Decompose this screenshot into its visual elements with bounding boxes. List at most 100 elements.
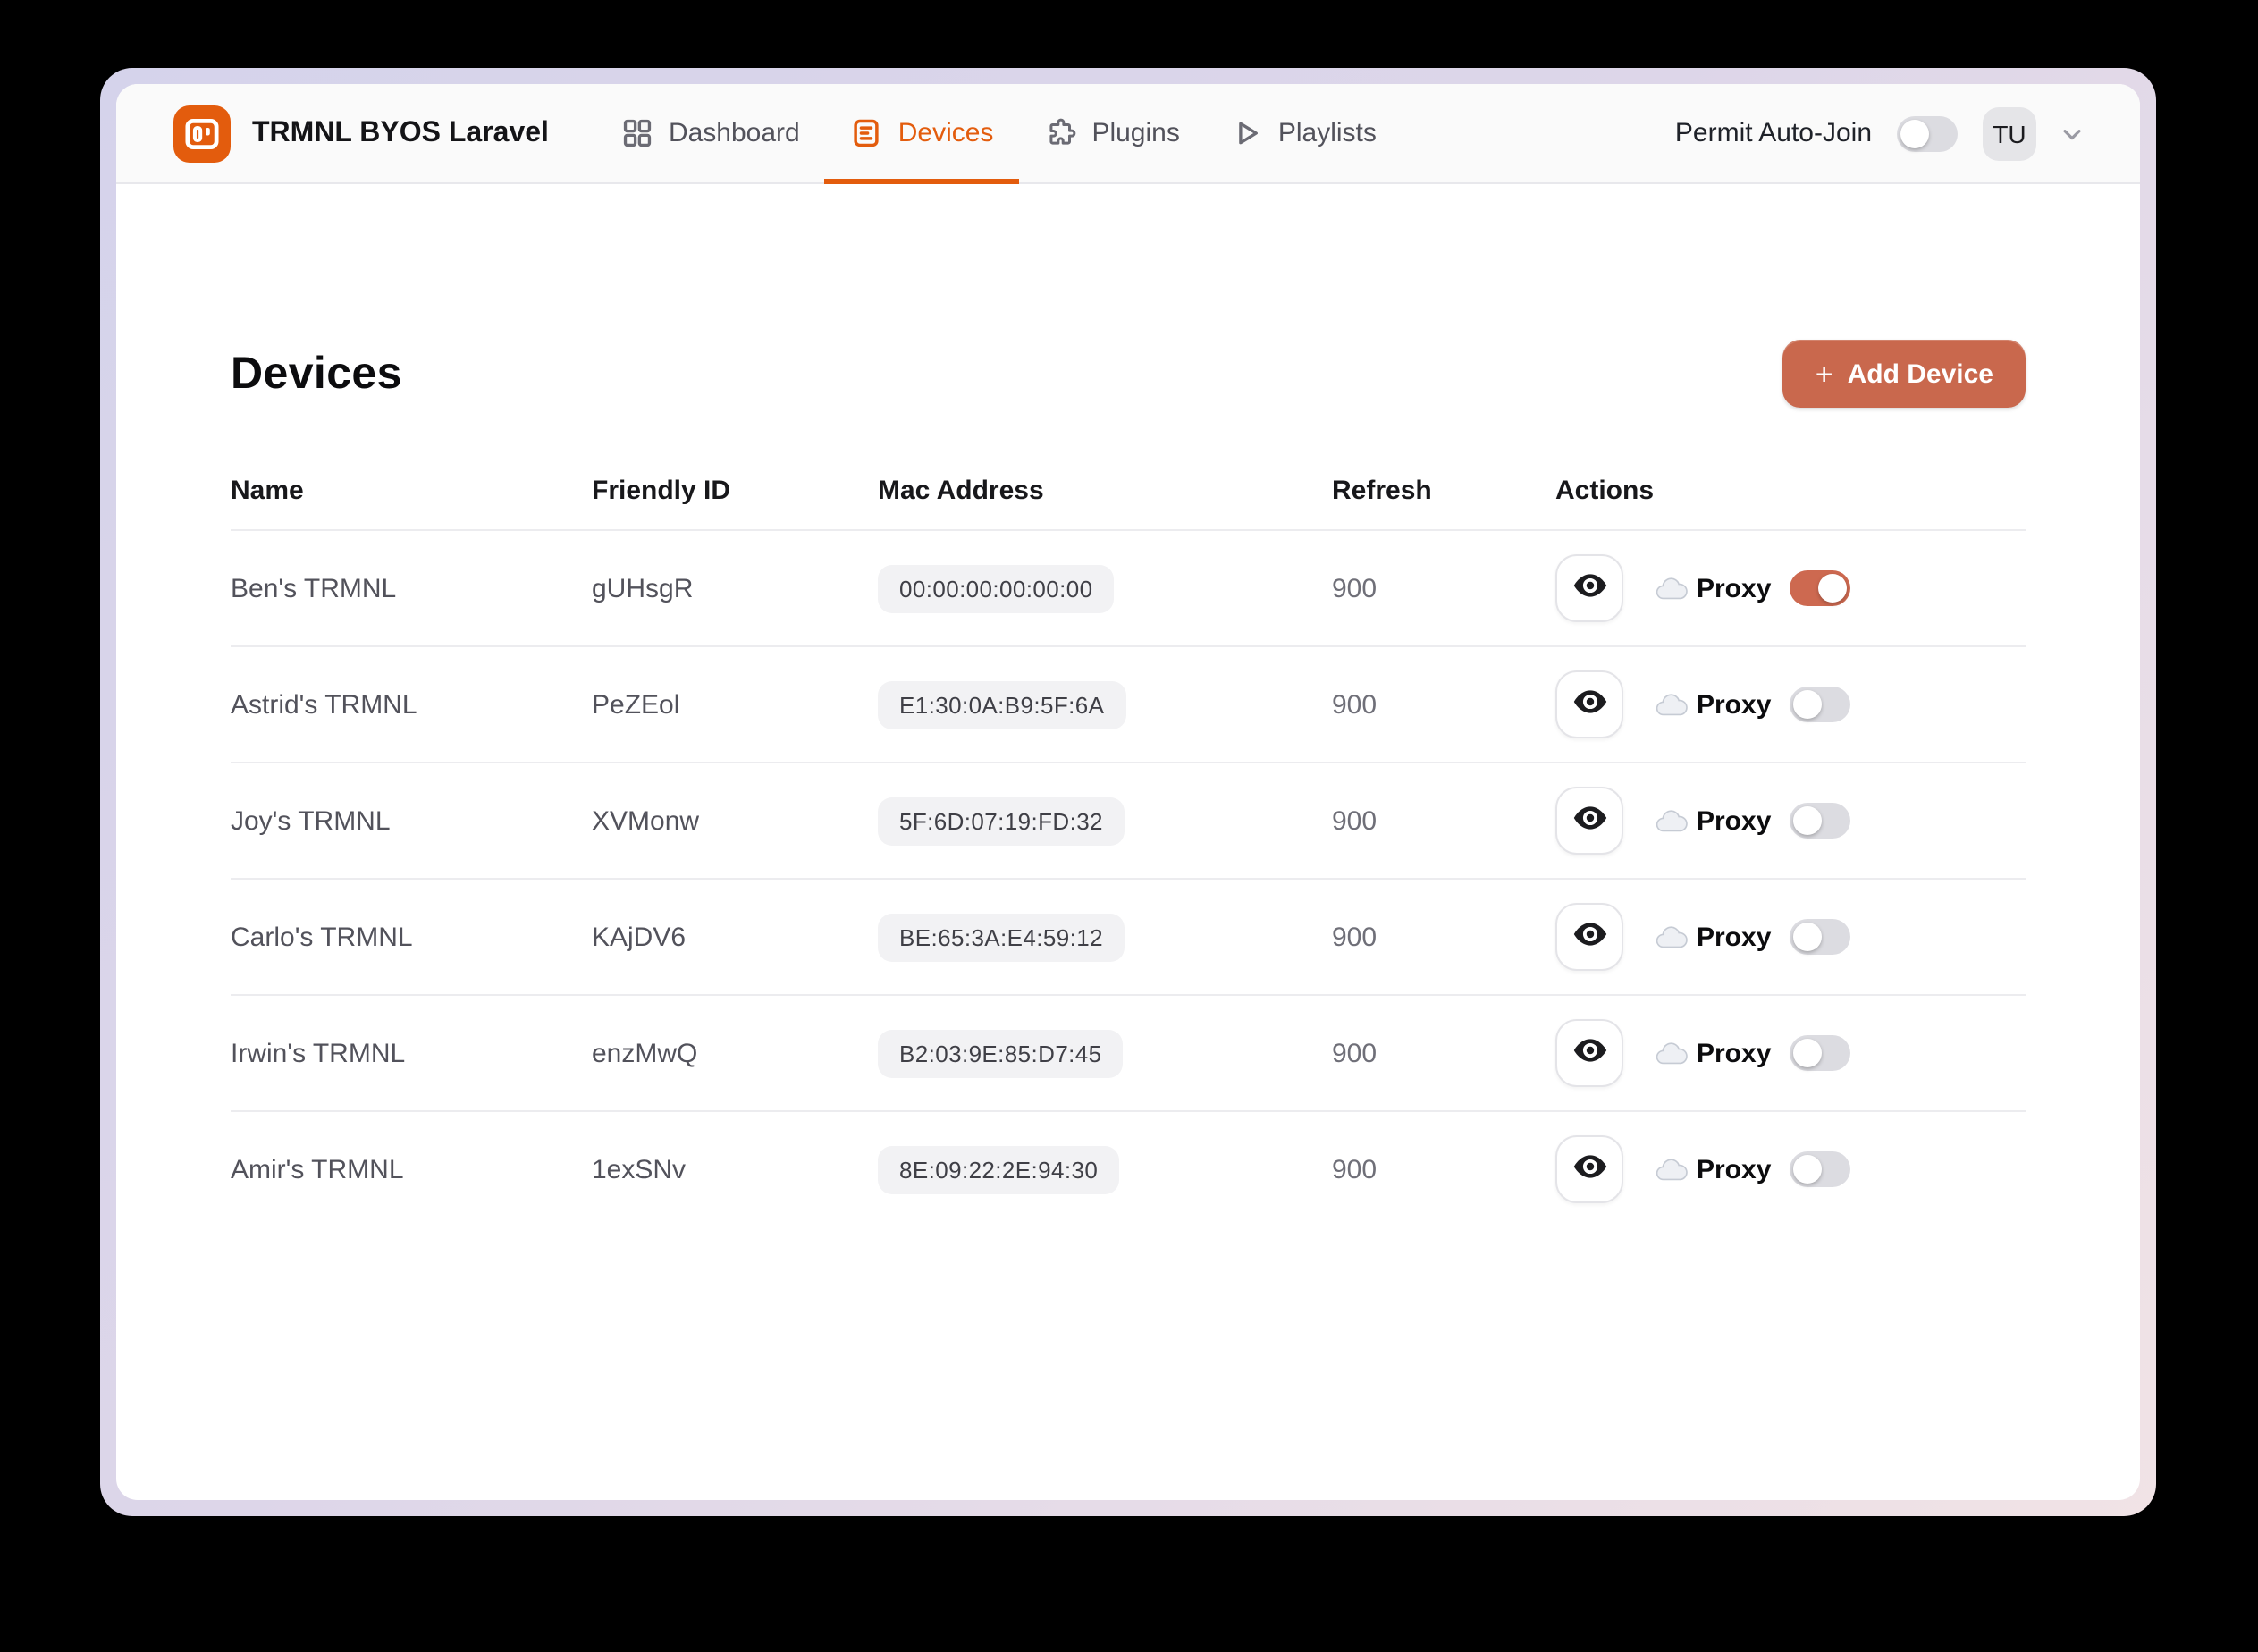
proxy-label: Proxy xyxy=(1697,573,1772,603)
proxy-label: Proxy xyxy=(1697,1154,1772,1184)
permit-auto-join-toggle[interactable] xyxy=(1897,115,1958,151)
device-actions: Proxy xyxy=(1555,670,2026,738)
device-friendly-id: enzMwQ xyxy=(592,1038,698,1068)
eye-icon xyxy=(1571,683,1608,726)
device-name: Joy's TRMNL xyxy=(231,805,391,836)
main-nav: Dashboard Devices Plugins Playlists xyxy=(595,84,1402,184)
mac-address-pill: BE:65:3A:E4:59:12 xyxy=(878,913,1125,961)
col-header-refresh: Refresh xyxy=(1332,475,1432,505)
toggle-knob xyxy=(1792,806,1822,835)
device-friendly-id: XVMonw xyxy=(592,805,700,836)
device-refresh: 900 xyxy=(1332,573,1378,603)
device-refresh: 900 xyxy=(1332,1154,1378,1184)
devices-list-icon xyxy=(850,116,884,150)
device-actions: Proxy xyxy=(1555,554,2026,622)
nav-item-plugins[interactable]: Plugins xyxy=(1018,84,1204,182)
proxy-toggle[interactable] xyxy=(1789,570,1850,606)
device-name: Carlo's TRMNL xyxy=(231,922,413,952)
device-refresh: 900 xyxy=(1332,1038,1378,1068)
app-card: TRMNL BYOS Laravel Dashboard Devices Plu… xyxy=(116,84,2140,1500)
nav-item-dashboard[interactable]: Dashboard xyxy=(595,84,825,182)
device-friendly-id: PeZEol xyxy=(592,689,680,720)
nav-label: Dashboard xyxy=(668,118,800,148)
device-actions: Proxy xyxy=(1555,1019,2026,1087)
proxy-label: Proxy xyxy=(1697,689,1772,720)
user-avatar[interactable]: TU xyxy=(1983,106,2036,160)
cloud-icon xyxy=(1656,692,1688,717)
toggle-knob xyxy=(1792,1155,1822,1184)
proxy-toggle[interactable] xyxy=(1789,1035,1850,1071)
mac-address-pill: E1:30:0A:B9:5F:6A xyxy=(878,680,1126,729)
toggle-knob xyxy=(1817,574,1847,603)
plugins-puzzle-icon xyxy=(1043,116,1077,150)
app-title: TRMNL BYOS Laravel xyxy=(252,117,549,148)
col-header-friendly-id: Friendly ID xyxy=(592,475,731,505)
toggle-knob xyxy=(1792,1039,1822,1067)
device-friendly-id: KAjDV6 xyxy=(592,922,687,952)
page-head: Devices + Add Device xyxy=(231,340,2026,408)
col-header-mac-address: Mac Address xyxy=(878,475,1044,505)
app-window: TRMNL BYOS Laravel Dashboard Devices Plu… xyxy=(100,68,2156,1516)
cloud-icon xyxy=(1656,924,1688,949)
device-name: Astrid's TRMNL xyxy=(231,689,417,720)
proxy-toggle[interactable] xyxy=(1789,687,1850,722)
devices-page: Devices + Add Device Name Friendly ID Ma… xyxy=(116,184,2140,1500)
table-row: Amir's TRMNL 1exSNv 8E:09:22:2E:94:30 90… xyxy=(231,1110,2026,1226)
mac-address-pill: 8E:09:22:2E:94:30 xyxy=(878,1145,1120,1193)
device-table-body: Ben's TRMNL gUHsgR 00:00:00:00:00:00 900 xyxy=(231,529,2026,1226)
cloud-icon xyxy=(1656,576,1688,601)
toggle-knob xyxy=(1792,923,1822,951)
view-device-button[interactable] xyxy=(1555,1019,1623,1087)
nav-label: Plugins xyxy=(1091,118,1180,148)
screen: TRMNL BYOS Laravel Dashboard Devices Plu… xyxy=(0,0,2258,1652)
cloud-icon xyxy=(1656,1157,1688,1182)
proxy-label: Proxy xyxy=(1697,1038,1772,1068)
device-actions: Proxy xyxy=(1555,903,2026,971)
device-actions: Proxy xyxy=(1555,787,2026,855)
top-navbar: TRMNL BYOS Laravel Dashboard Devices Plu… xyxy=(116,84,2140,184)
table-row: Irwin's TRMNL enzMwQ B2:03:9E:85:D7:45 9… xyxy=(231,994,2026,1110)
nav-label: Devices xyxy=(897,118,994,148)
toggle-knob xyxy=(1792,690,1822,719)
dashboard-grid-icon xyxy=(620,116,654,150)
add-device-button[interactable]: + Add Device xyxy=(1782,340,2026,408)
device-name: Amir's TRMNL xyxy=(231,1154,404,1184)
eye-icon xyxy=(1571,1032,1608,1075)
table-row: Astrid's TRMNL PeZEol E1:30:0A:B9:5F:6A … xyxy=(231,645,2026,762)
view-device-button[interactable] xyxy=(1555,670,1623,738)
eye-icon xyxy=(1571,1148,1608,1191)
nav-item-devices[interactable]: Devices xyxy=(824,84,1020,184)
view-device-button[interactable] xyxy=(1555,1135,1623,1203)
plus-icon: + xyxy=(1815,357,1833,391)
device-refresh: 900 xyxy=(1332,805,1378,836)
page-title: Devices xyxy=(231,348,402,398)
nav-item-playlists[interactable]: Playlists xyxy=(1205,84,1402,182)
table-row: Ben's TRMNL gUHsgR 00:00:00:00:00:00 900 xyxy=(231,529,2026,645)
view-device-button[interactable] xyxy=(1555,903,1623,971)
proxy-label: Proxy xyxy=(1697,922,1772,952)
toggle-knob xyxy=(1900,119,1929,148)
chevron-down-icon[interactable] xyxy=(2058,119,2086,148)
device-refresh: 900 xyxy=(1332,689,1378,720)
header-right: Permit Auto-Join TU xyxy=(1675,106,2086,160)
add-device-label: Add Device xyxy=(1847,358,1993,389)
eye-icon xyxy=(1571,915,1608,958)
view-device-button[interactable] xyxy=(1555,554,1623,622)
cloud-icon xyxy=(1656,1041,1688,1066)
mac-address-pill: 5F:6D:07:19:FD:32 xyxy=(878,796,1125,845)
proxy-label: Proxy xyxy=(1697,805,1772,836)
device-refresh: 900 xyxy=(1332,922,1378,952)
proxy-toggle[interactable] xyxy=(1789,919,1850,955)
eye-icon xyxy=(1571,799,1608,842)
proxy-toggle[interactable] xyxy=(1789,803,1850,839)
table-row: Carlo's TRMNL KAjDV6 BE:65:3A:E4:59:12 9… xyxy=(231,878,2026,994)
eye-icon xyxy=(1571,567,1608,610)
proxy-toggle[interactable] xyxy=(1789,1151,1850,1187)
device-actions: Proxy xyxy=(1555,1135,2026,1203)
mac-address-pill: B2:03:9E:85:D7:45 xyxy=(878,1029,1124,1077)
playlists-play-icon xyxy=(1230,116,1264,150)
device-friendly-id: gUHsgR xyxy=(592,573,694,603)
table-header-row: Name Friendly ID Mac Address Refresh Act… xyxy=(231,451,2026,529)
view-device-button[interactable] xyxy=(1555,787,1623,855)
col-header-actions: Actions xyxy=(1555,475,1655,505)
